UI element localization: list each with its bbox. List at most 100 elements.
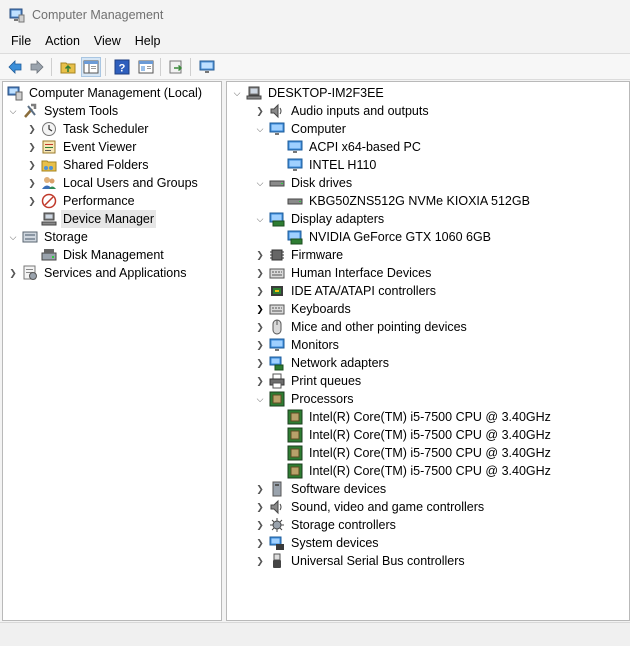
device-category-display-adapters[interactable]: ⌵ Display adapters (254, 210, 386, 228)
device-category-software-devices[interactable]: ❯ Software devices (254, 480, 388, 498)
forward-button[interactable] (27, 57, 47, 77)
computer-management-icon (9, 8, 25, 23)
chevron-right-icon[interactable]: ❯ (254, 519, 266, 531)
chevron-right-icon[interactable]: ❯ (254, 285, 266, 297)
chevron-right-icon[interactable]: ❯ (254, 375, 266, 387)
device-category-firmware[interactable]: ❯ Firmware (254, 246, 345, 264)
chevron-right-icon[interactable]: ❯ (254, 537, 266, 549)
device-category-usb[interactable]: ❯ Universal Serial Bus controllers (254, 552, 467, 570)
keyboard-icon (269, 268, 285, 279)
console-tree-pane[interactable]: Computer Management (Local) ⌵ System Too… (2, 81, 222, 621)
chevron-right-icon[interactable]: ❯ (26, 141, 38, 153)
chevron-right-icon[interactable]: ❯ (254, 105, 266, 117)
processor-icon (287, 409, 303, 425)
device-category-processors[interactable]: ⌵ Processors (254, 390, 356, 408)
chevron-right-icon[interactable]: ❯ (254, 321, 266, 333)
tree-item-shared-folders[interactable]: ❯ Shared Folders (26, 156, 150, 174)
tree-item-computer-management[interactable]: Computer Management (Local) (7, 84, 204, 102)
device-category-network[interactable]: ❯ Network adapters (254, 354, 391, 372)
show-hide-console-tree-button[interactable] (81, 57, 101, 77)
menu-view[interactable]: View (87, 31, 128, 51)
window-title: Computer Management (32, 8, 164, 22)
device-item-gtx1060[interactable]: NVIDIA GeForce GTX 1060 6GB (284, 228, 493, 246)
device-tree-label: Computer (291, 122, 346, 136)
chevron-right-icon[interactable]: ❯ (26, 159, 38, 171)
software-device-icon (272, 481, 282, 497)
tree-item-storage[interactable]: ⌵ Storage (7, 228, 90, 246)
device-item-intel-h110[interactable]: INTEL H110 (284, 156, 378, 174)
chevron-down-icon[interactable]: ⌵ (231, 87, 243, 99)
tree-item-label: Disk Management (63, 248, 164, 262)
device-tree-label: IDE ATA/ATAPI controllers (291, 284, 436, 298)
chevron-right-icon[interactable]: ❯ (254, 357, 266, 369)
menu-action[interactable]: Action (38, 31, 87, 51)
device-tree-pane[interactable]: ⌵ DESKTOP-IM2F3EE ❯ Audio inputs and out… (226, 81, 630, 621)
toolbar-separator (160, 58, 161, 76)
chevron-down-icon[interactable]: ⌵ (254, 213, 266, 225)
properties-button[interactable] (136, 57, 156, 77)
device-tree-label: NVIDIA GeForce GTX 1060 6GB (309, 230, 492, 244)
device-category-system-devices[interactable]: ❯ System devices (254, 534, 381, 552)
tree-item-services-applications[interactable]: ❯ Services and Applications (7, 264, 188, 282)
chevron-down-icon[interactable]: ⌵ (254, 393, 266, 405)
device-category-sound[interactable]: ❯ Sound, video and game controllers (254, 498, 486, 516)
back-button[interactable] (5, 57, 25, 77)
mouse-icon (272, 319, 282, 335)
tree-item-local-users[interactable]: ❯ Local Users and Groups (26, 174, 200, 192)
device-category-hid[interactable]: ❯ Human Interface Devices (254, 264, 433, 282)
help-button[interactable]: ? (112, 57, 132, 77)
up-one-level-button[interactable] (58, 57, 78, 77)
device-category-computer[interactable]: ⌵ Computer (254, 120, 348, 138)
device-item-cpu-3[interactable]: Intel(R) Core(TM) i5-7500 CPU @ 3.40GHz (284, 462, 553, 480)
chevron-down-icon[interactable]: ⌵ (7, 105, 19, 117)
device-category-audio[interactable]: ❯ Audio inputs and outputs (254, 102, 431, 120)
device-tree-label: Intel(R) Core(TM) i5-7500 CPU @ 3.40GHz (309, 428, 551, 442)
device-item-cpu-0[interactable]: Intel(R) Core(TM) i5-7500 CPU @ 3.40GHz (284, 408, 553, 426)
tree-item-system-tools[interactable]: ⌵ System Tools (7, 102, 120, 120)
device-category-monitors[interactable]: ❯ Monitors (254, 336, 341, 354)
chevron-right-icon[interactable]: ❯ (254, 267, 266, 279)
chevron-right-icon[interactable]: ❯ (26, 195, 38, 207)
printer-icon (269, 373, 285, 389)
device-item-kioxia[interactable]: KBG50ZNS512G NVMe KIOXIA 512GB (284, 192, 532, 210)
device-category-print-queues[interactable]: ❯ Print queues (254, 372, 363, 390)
shared-folder-icon (41, 160, 57, 172)
chevron-right-icon[interactable]: ❯ (254, 501, 266, 513)
chevron-right-icon[interactable]: ❯ (254, 339, 266, 351)
chevron-right-icon[interactable]: ❯ (7, 267, 19, 279)
device-item-acpi[interactable]: ACPI x64-based PC (284, 138, 423, 156)
keyboard-icon (269, 304, 285, 315)
tree-item-task-scheduler[interactable]: ❯ Task Scheduler (26, 120, 150, 138)
firmware-chip-icon (270, 249, 284, 261)
chevron-right-icon[interactable]: ❯ (254, 249, 266, 261)
device-category-storage-controllers[interactable]: ❯ Storage controllers (254, 516, 398, 534)
chevron-down-icon[interactable]: ⌵ (254, 123, 266, 135)
device-category-disk-drives[interactable]: ⌵ Disk drives (254, 174, 354, 192)
chevron-down-icon[interactable]: ⌵ (254, 177, 266, 189)
device-item-cpu-2[interactable]: Intel(R) Core(TM) i5-7500 CPU @ 3.40GHz (284, 444, 553, 462)
tree-item-label: Device Manager (61, 210, 157, 228)
chevron-right-icon[interactable]: ❯ (254, 303, 266, 315)
menu-help[interactable]: Help (128, 31, 168, 51)
device-category-keyboards[interactable]: ❯ Keyboards (254, 300, 353, 318)
device-tree-root[interactable]: ⌵ DESKTOP-IM2F3EE (231, 84, 386, 102)
scan-hardware-button[interactable] (197, 57, 217, 77)
chevron-right-icon[interactable]: ❯ (26, 177, 38, 189)
device-category-ide[interactable]: ❯ IDE ATA/ATAPI controllers (254, 282, 438, 300)
chevron-right-icon[interactable]: ❯ (254, 555, 266, 567)
tree-item-device-manager[interactable]: Device Manager (38, 210, 157, 228)
device-category-mice[interactable]: ❯ Mice and other pointing devices (254, 318, 469, 336)
export-list-button[interactable] (166, 57, 186, 77)
tree-item-performance[interactable]: ❯ Performance (26, 192, 137, 210)
processor-icon (269, 391, 285, 407)
chevron-down-icon[interactable]: ⌵ (7, 231, 19, 243)
tree-item-label: Local Users and Groups (63, 176, 198, 190)
chevron-right-icon[interactable]: ❯ (254, 483, 266, 495)
device-tree-label: Mice and other pointing devices (291, 320, 467, 334)
device-item-cpu-1[interactable]: Intel(R) Core(TM) i5-7500 CPU @ 3.40GHz (284, 426, 553, 444)
tree-item-event-viewer[interactable]: ❯ Event Viewer (26, 138, 138, 156)
menu-file[interactable]: File (4, 31, 38, 51)
tree-item-disk-management[interactable]: Disk Management (38, 246, 166, 264)
system-device-icon (269, 536, 284, 550)
chevron-right-icon[interactable]: ❯ (26, 123, 38, 135)
